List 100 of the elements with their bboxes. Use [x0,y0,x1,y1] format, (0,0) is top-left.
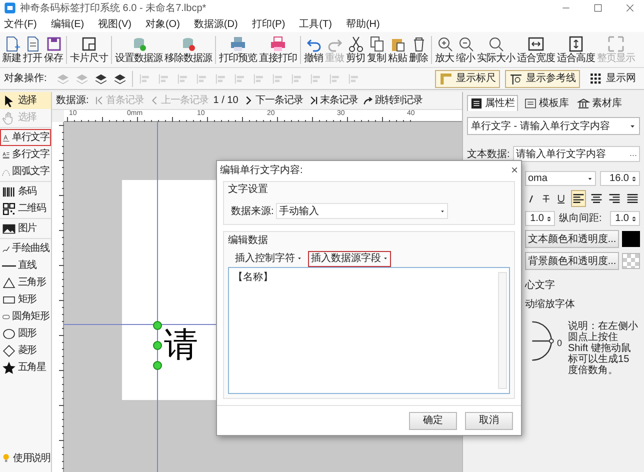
record-nav-button[interactable]: 下一条记录 [243,93,303,108]
tool-item[interactable]: 菱形 [0,342,51,359]
menu-item[interactable]: 打印(P) [252,16,286,32]
toolbar-button[interactable]: 打开 [22,35,43,64]
toggle-button[interactable]: 显示标尺 [435,70,500,88]
align-icon [156,72,171,86]
fit-height-icon [567,35,585,53]
panel-tab[interactable]: 模板库 [522,95,571,111]
angle-note: 说明：在左侧小圆点上按住 Shift 键拖动鼠标可以生成15度倍数角。 [568,321,638,376]
tool-item[interactable]: 五角星 [0,359,51,376]
menu-item[interactable]: 工具(T) [299,16,332,32]
toolbar-button[interactable]: 适合高度 [556,35,596,64]
font-size-spinner[interactable]: 16.0 [600,171,640,186]
toolbar-button[interactable]: 保存 [43,35,64,64]
toolbar-button[interactable]: 粘贴 [387,35,408,64]
tool-item[interactable]: 选择 [0,92,51,109]
cursor-icon [2,94,16,108]
toolbar-button[interactable]: 打印预览 [218,35,258,64]
line-icon [2,264,16,266]
record-nav-button[interactable]: 跳转到记录 [362,93,422,108]
color-button[interactable]: 文本颜色和透明度... [525,230,619,248]
close-button[interactable]: × [510,164,518,176]
option-label: 动缩放字体 [525,298,576,312]
tool-item[interactable]: 圆弧文字 [0,163,51,180]
tool-item[interactable]: 二维码 [0,200,51,217]
tool-item[interactable]: 单行文字 [0,129,51,146]
toolbar-button[interactable]: 删除 [408,35,429,64]
tool-item[interactable]: 直线 [0,257,51,274]
insert-menu-button[interactable]: 插入数据源字段 [308,250,391,266]
toolbar-button[interactable]: 缩小 [455,35,476,64]
spacing-spinner[interactable]: 1.0 [525,211,555,226]
toolbar-button[interactable]: 撤销 [303,35,324,64]
insert-menu-button[interactable]: 插入控制字符 [232,250,305,266]
text-data-field[interactable]: 请输入单行文字内容 ... [512,146,640,162]
caret-icon [297,256,302,261]
toolbar-button[interactable]: 剪切 [345,35,366,64]
list-icon [470,97,483,110]
toolbar-button[interactable]: 移除数据源 [164,35,213,64]
align-icon [214,72,228,86]
menu-item[interactable]: 编辑(E) [50,16,84,32]
menu-item[interactable]: 视图(V) [98,16,132,32]
label-text[interactable]: 请 [164,326,198,364]
content-textarea[interactable]: 【名称】 [228,267,510,394]
caret-icon [629,122,636,130]
tool-item[interactable]: 多行文字 [0,146,51,163]
fit-width-icon [527,35,545,53]
tool-item[interactable]: 圆形 [0,325,51,342]
triangle-icon [2,276,16,290]
toolbar-button[interactable]: 放大 [434,35,455,64]
toolbar-button[interactable]: 直接打印 [258,35,298,64]
align-left-icon [572,194,584,203]
tool-item[interactable]: 矩形 [0,291,51,308]
dialog-button[interactable]: 确定 [409,412,457,430]
toolbar-button[interactable]: 新建 [1,35,22,64]
magnifier-icon [487,35,505,53]
spacing-spinner[interactable]: 1.0 [610,211,640,226]
scissors-icon [346,35,364,53]
transparent-swatch[interactable] [622,253,640,269]
text-data-label: 文本数据: [467,148,510,162]
tool-item[interactable]: 手绘曲线 [0,240,51,257]
record-nav-button[interactable]: 末条记录 [308,93,358,108]
toolbar-button[interactable]: 设置数据源 [114,35,164,64]
option-label: 心文字 [525,278,556,293]
record-position: 1 / 10 [213,94,238,108]
help-button[interactable]: 使用说明 [0,448,51,468]
panel-tab[interactable]: 素材库 [575,95,624,111]
align-button[interactable] [570,190,586,207]
zoom-in-icon [436,35,454,53]
menu-item[interactable]: 帮助(H) [346,16,380,32]
align-icon [270,72,285,86]
copy-icon [368,35,386,53]
color-button[interactable]: 背景颜色和透明度... [525,252,619,270]
panel-tab[interactable]: 属性栏 [467,95,518,111]
tool-item[interactable]: 圆角矩形 [0,308,51,325]
source-dropdown[interactable]: 手动输入 [276,203,448,219]
toggle-button[interactable]: 显示网 [585,70,640,88]
tool-item[interactable]: 条码 [0,183,51,200]
toolbar-button[interactable]: 复制 [366,35,387,64]
zoom-out-icon [456,35,474,53]
menu-item[interactable]: 数据源(D) [194,16,238,32]
lightbulb-icon [1,451,12,465]
toolbar-button[interactable]: 实际大小 [476,35,516,64]
tool-item[interactable]: 图片 [0,220,51,237]
dialog-button[interactable]: 取消 [465,412,513,430]
dialog-title: 编辑单行文字内容: [220,164,304,178]
toolbar-button[interactable]: 适合宽度 [516,35,556,64]
font-dropdown[interactable]: oma [525,171,596,186]
skip-last-icon [308,95,319,106]
toolbar-button[interactable]: 卡片尺寸 [69,35,109,64]
guide-lines-icon [509,72,523,86]
menu-item[interactable]: 文件(F) [4,16,37,32]
layers-icon [94,72,108,86]
color-swatch[interactable] [622,231,640,247]
toggle-button[interactable]: 显示参考线 [505,70,580,88]
building-icon [577,96,590,110]
menu-item[interactable]: 对象(O) [145,16,180,32]
object-dropdown[interactable]: 单行文字 - 请输入单行文字内容 [467,117,640,135]
group-title: 文字设置 [228,182,269,197]
angle-value: 0 [557,337,562,350]
tool-item[interactable]: 三角形 [0,274,51,291]
